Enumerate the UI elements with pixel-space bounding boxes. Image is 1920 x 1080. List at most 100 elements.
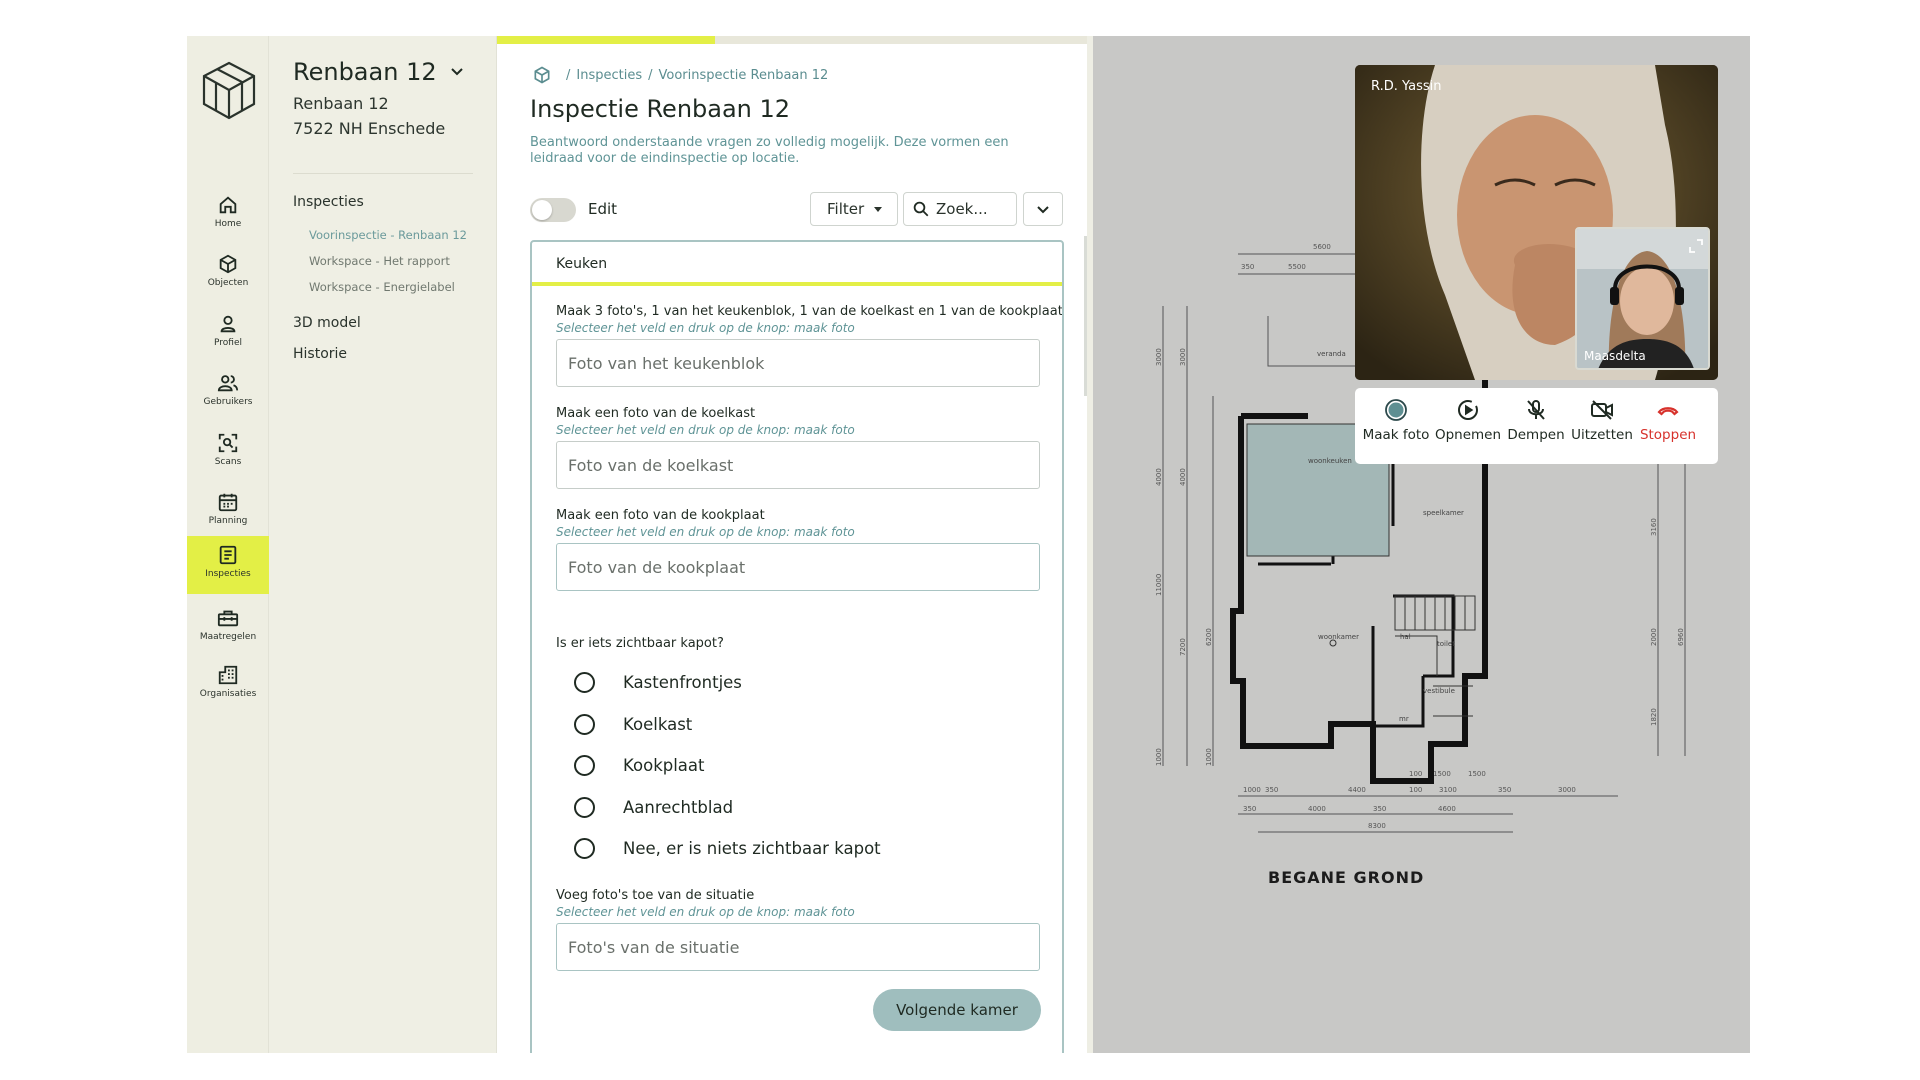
svg-text:350: 350 (1373, 805, 1386, 813)
nav-item-inspecties[interactable]: Inspecties (293, 194, 364, 210)
progress-fill (497, 36, 716, 44)
rail-item-gebruikers[interactable]: Gebruikers (187, 364, 269, 422)
nav-subitem-rapport[interactable]: Workspace - Het rapport (309, 254, 450, 268)
rail-item-planning[interactable]: Planning (187, 483, 269, 541)
filter-dropdown[interactable]: Filter (810, 192, 898, 226)
rail-label-gebruikers: Gebruikers (203, 397, 253, 407)
svg-text:100: 100 (1409, 770, 1422, 778)
rail-item-maatregelen[interactable]: Maatregelen (187, 599, 269, 657)
rail-label-home: Home (214, 219, 242, 229)
record-button[interactable]: Opnemen (1432, 398, 1504, 443)
search-icon (913, 201, 929, 217)
question-label-kapot: Is er iets zichtbaar kapot? (556, 636, 724, 651)
svg-text:1500: 1500 (1468, 770, 1486, 778)
radio-label: Kookplaat (623, 755, 705, 775)
search-input[interactable]: Zoek... (903, 192, 1017, 226)
control-label: Maak foto (1362, 427, 1430, 443)
rail-label-planning: Planning (208, 516, 248, 526)
radio-option-koelkast[interactable]: Koelkast (574, 711, 692, 737)
svg-text:1820: 1820 (1650, 708, 1658, 726)
rail-item-home[interactable]: Home (187, 186, 269, 244)
cube-icon (219, 254, 237, 274)
svg-text:2000: 2000 (1650, 628, 1658, 646)
svg-text:4400: 4400 (1348, 786, 1366, 794)
hangup-icon (1657, 407, 1679, 416)
nav-divider (293, 173, 473, 174)
radio-option-kastenfrontjes[interactable]: Kastenfrontjes (574, 669, 742, 695)
svg-text:1000: 1000 (1155, 748, 1163, 766)
project-title[interactable]: Renbaan 12 (293, 58, 437, 86)
rail-item-inspecties[interactable]: Inspecties (187, 536, 269, 594)
radio-button[interactable] (574, 837, 595, 859)
svg-text:3000: 3000 (1558, 786, 1576, 794)
nav-subitem-voorinspectie[interactable]: Voorinspectie - Renbaan 12 (309, 228, 467, 242)
svg-text:350: 350 (1243, 805, 1256, 813)
question-hint: Selecteer het veld en druk op de knop: m… (556, 321, 855, 335)
hang-up-button[interactable]: Stoppen (1632, 398, 1704, 443)
question-label-situatie: Voeg foto's toe van de situatie (556, 888, 755, 903)
self-view[interactable]: Maasdelta (1575, 227, 1710, 370)
expand-icon[interactable] (1689, 239, 1703, 253)
toggle-knob (532, 200, 552, 220)
svg-text:toilet: toilet (1437, 640, 1455, 648)
rail-label-inspecties: Inspecties (205, 569, 251, 579)
nav-subitem-energielabel[interactable]: Workspace - Energielabel (309, 280, 455, 294)
field-placeholder: Foto van het keukenblok (568, 353, 765, 373)
next-room-button[interactable]: Volgende kamer (873, 989, 1041, 1031)
radio-button[interactable] (574, 796, 595, 818)
rail-item-organisaties[interactable]: Organisaties (187, 656, 269, 714)
breadcrumb: / Inspecties / Voorinspectie Renbaan 12 (532, 64, 828, 86)
field-placeholder: Foto's van de situatie (568, 937, 740, 957)
mic-off-icon (1527, 400, 1545, 420)
radio-option-aanrechtblad[interactable]: Aanrechtblad (574, 794, 733, 820)
project-address-city: 7522 NH Enschede (293, 119, 446, 138)
rail-item-scans[interactable]: Scans (187, 424, 269, 482)
caret-down-icon (874, 206, 883, 212)
app-window: Home Objecten Profiel Gebruikers Scans P… (187, 36, 1750, 1053)
nav-item-3d-model[interactable]: 3D model (293, 315, 361, 331)
svg-text:350: 350 (1498, 786, 1511, 794)
video-call-window[interactable]: R.D. Yassin Maasdelta (1355, 65, 1718, 380)
section-title: Keuken (556, 256, 608, 272)
question-label-keukenblok: Maak 3 foto's, 1 van het keukenblok, 1 v… (556, 304, 1064, 319)
breadcrumb-inspecties[interactable]: Inspecties (576, 68, 642, 83)
radio-button[interactable] (574, 754, 595, 776)
svg-text:4000: 4000 (1308, 805, 1326, 813)
nav-item-historie[interactable]: Historie (293, 346, 347, 362)
svg-text:hal: hal (1400, 633, 1411, 641)
cube-icon[interactable] (532, 65, 552, 85)
page-title: Inspectie Renbaan 12 (530, 95, 791, 123)
breadcrumb-current[interactable]: Voorinspectie Renbaan 12 (659, 68, 829, 83)
svg-text:4600: 4600 (1438, 805, 1456, 813)
photo-field-keukenblok[interactable]: Foto van het keukenblok (556, 339, 1040, 387)
radio-option-kookplaat[interactable]: Kookplaat (574, 752, 705, 778)
svg-text:4000: 4000 (1155, 468, 1163, 486)
search-placeholder: Zoek... (936, 200, 988, 218)
floorplan-panel: 5600 5500 350 3000 3000 4000 4000 11000 72… (1093, 36, 1750, 1053)
svg-text:4000: 4000 (1179, 468, 1187, 486)
logo-icon (202, 61, 256, 120)
mute-button[interactable]: Dempen (1500, 398, 1572, 443)
photo-field-kookplaat[interactable]: Foto van de kookplaat (556, 543, 1040, 591)
control-label: Dempen (1507, 427, 1565, 443)
radio-button[interactable] (574, 671, 595, 693)
inspection-form-panel: / Inspecties / Voorinspectie Renbaan 12 … (497, 36, 1087, 1053)
take-photo-button[interactable]: Maak foto (1360, 398, 1432, 443)
photo-field-koelkast[interactable]: Foto van de koelkast (556, 441, 1040, 489)
svg-text:6200: 6200 (1205, 628, 1213, 646)
svg-text:6960: 6960 (1677, 628, 1685, 646)
svg-text:3160: 3160 (1650, 518, 1658, 536)
control-label: Uitzetten (1571, 427, 1633, 443)
question-label-koelkast: Maak een foto van de koelkast (556, 406, 756, 421)
photo-field-situatie[interactable]: Foto's van de situatie (556, 923, 1040, 971)
rail-item-objecten[interactable]: Objecten (187, 245, 269, 303)
rail-item-profiel[interactable]: Profiel (187, 305, 269, 363)
options-dropdown-button[interactable] (1023, 192, 1063, 226)
radio-option-niets-kapot[interactable]: Nee, er is niets zichtbaar kapot (574, 835, 881, 861)
video-off-button[interactable]: Uitzetten (1566, 398, 1638, 443)
rail-label-organisaties: Organisaties (199, 689, 257, 699)
breadcrumb-separator: / (566, 67, 571, 83)
radio-button[interactable] (574, 713, 595, 735)
edit-toggle[interactable] (530, 198, 576, 222)
chevron-down-icon[interactable] (449, 64, 465, 80)
